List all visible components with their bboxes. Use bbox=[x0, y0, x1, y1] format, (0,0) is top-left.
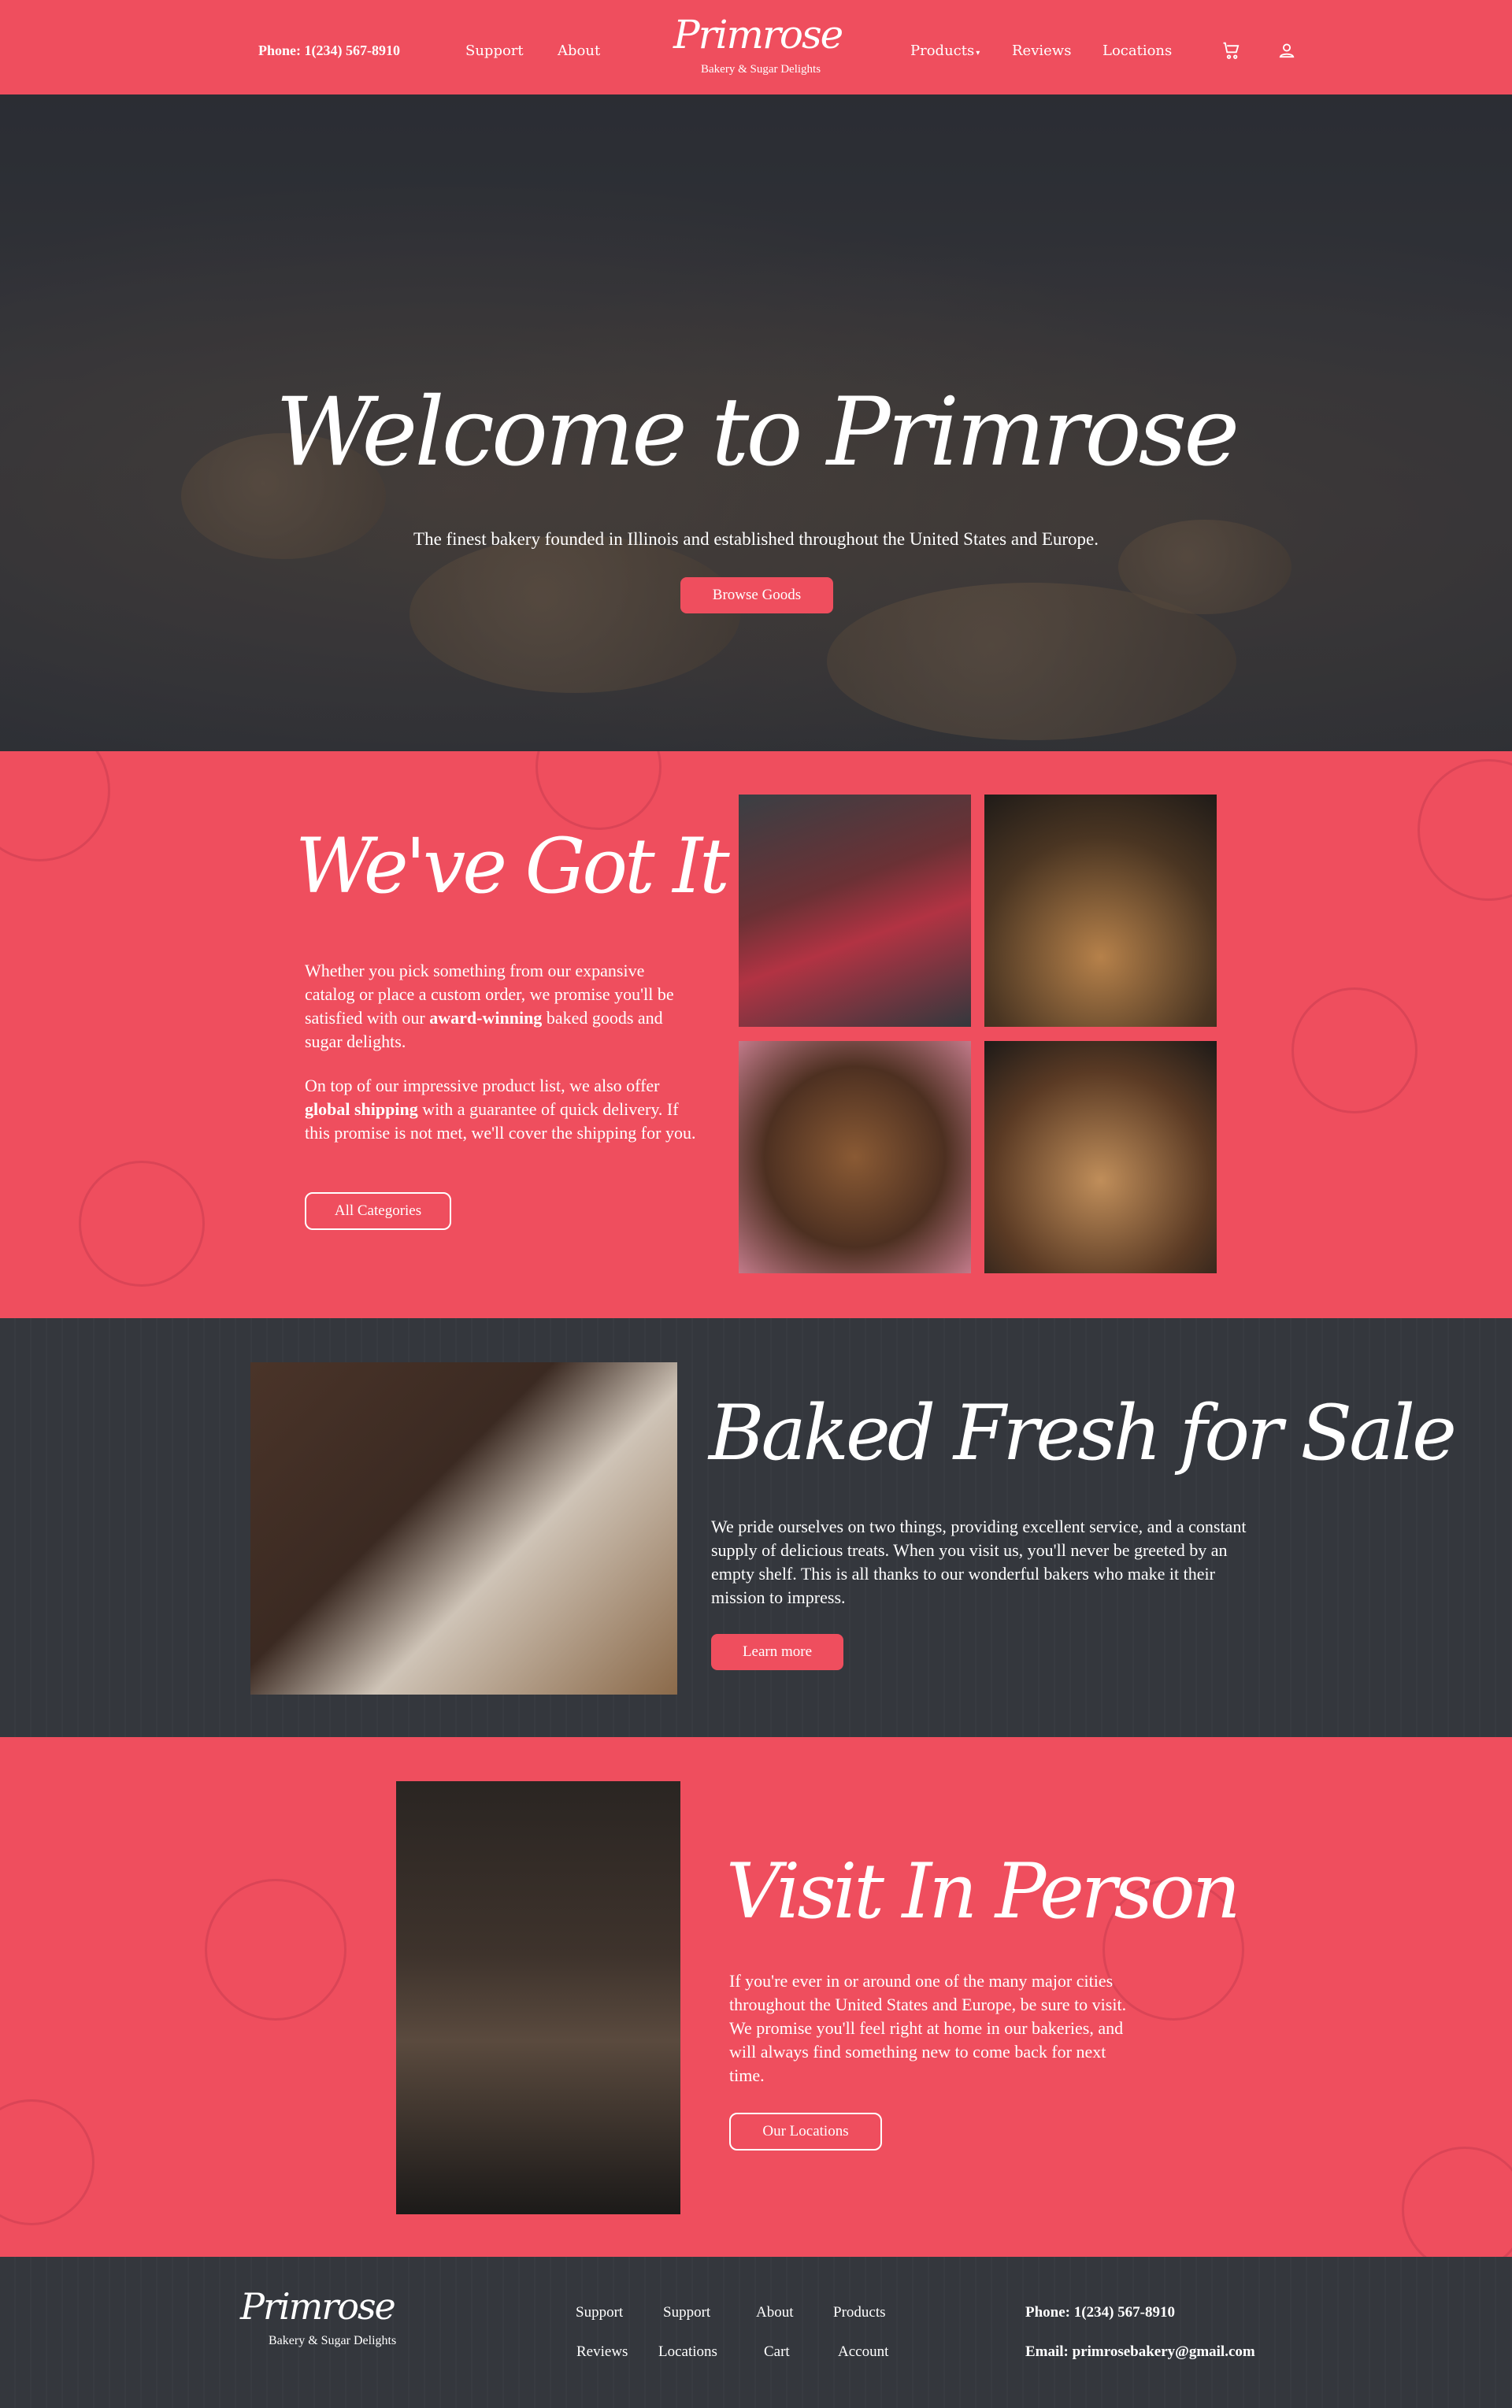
browse-goods-button[interactable]: Browse Goods bbox=[680, 577, 833, 613]
nav-about-link[interactable]: About bbox=[558, 43, 600, 59]
footer: Primrose Bakery & Sugar Delights Support… bbox=[0, 2257, 1512, 2408]
nav-reviews-link[interactable]: Reviews bbox=[1012, 43, 1071, 59]
donut-doodle bbox=[0, 2099, 94, 2225]
cart-icon[interactable] bbox=[1221, 39, 1243, 61]
donut-doodle bbox=[1292, 987, 1418, 1113]
footer-link-account[interactable]: Account bbox=[838, 2343, 888, 2361]
logo-tagline: Bakery & Sugar Delights bbox=[701, 63, 821, 76]
footer-logo[interactable]: Primrose Bakery & Sugar Delights bbox=[240, 2285, 396, 2347]
bread-basket-photo bbox=[984, 795, 1217, 1027]
footer-link-support[interactable]: Support bbox=[576, 2304, 623, 2321]
chevron-down-icon: ▾ bbox=[976, 49, 980, 57]
our-locations-button[interactable]: Our Locations bbox=[729, 2113, 882, 2151]
user-icon[interactable] bbox=[1276, 39, 1298, 61]
logo-tagline: Bakery & Sugar Delights bbox=[269, 2334, 397, 2347]
footer-link-cart[interactable]: Cart bbox=[764, 2343, 790, 2361]
logo-word: Primrose bbox=[673, 12, 843, 57]
nav-products-dropdown[interactable]: Products ▾ bbox=[910, 43, 980, 59]
section-baked-fresh: Baked Fresh for Sale We pride ourselves … bbox=[0, 1318, 1512, 1737]
section-got-it-all: We've Got It All Whether you pick someth… bbox=[0, 751, 1512, 1318]
storefront-photo bbox=[396, 1781, 680, 2214]
donut-doodle bbox=[536, 751, 662, 830]
nav-support-link[interactable]: Support bbox=[465, 43, 524, 59]
text-span: On top of our impressive product list, w… bbox=[305, 1076, 660, 1095]
footer-link-locations[interactable]: Locations bbox=[658, 2343, 717, 2361]
footer-phone: Phone: 1(234) 567-8910 bbox=[1025, 2304, 1175, 2321]
section-title: Baked Fresh for Sale bbox=[709, 1389, 1457, 1477]
footer-link-products[interactable]: Products bbox=[833, 2304, 886, 2321]
footer-link-about[interactable]: About bbox=[756, 2304, 794, 2321]
nav-phone: Phone: 1(234) 567-8910 bbox=[258, 43, 400, 58]
pastry-display-photo bbox=[739, 795, 971, 1027]
footer-link-support[interactable]: Support bbox=[663, 2304, 710, 2321]
baker-oven-photo bbox=[250, 1362, 677, 1695]
donut-doodle bbox=[0, 751, 110, 861]
section-paragraph: If you're ever in or around one of the m… bbox=[729, 1971, 1127, 2085]
all-categories-button[interactable]: All Categories bbox=[305, 1192, 451, 1230]
cupcakes-photo bbox=[984, 1041, 1217, 1273]
donut-doodle bbox=[205, 1879, 346, 2021]
donut-doodle bbox=[1418, 759, 1512, 901]
section-title: Visit In Person bbox=[726, 1847, 1241, 1936]
footer-link-reviews[interactable]: Reviews bbox=[576, 2343, 628, 2361]
brand-logo[interactable]: Primrose Bakery & Sugar Delights bbox=[673, 11, 854, 82]
nav-locations-link[interactable]: Locations bbox=[1102, 43, 1172, 59]
hero-subtitle: The finest bakery founded in Illinois an… bbox=[413, 529, 1099, 549]
footer-email[interactable]: Email: primrosebakery@gmail.com bbox=[1025, 2343, 1255, 2361]
donut-doodle bbox=[1402, 2147, 1512, 2257]
top-nav: Phone: 1(234) 567-8910 Support About Pri… bbox=[0, 0, 1512, 94]
section-paragraph: Whether you pick something from our expa… bbox=[305, 959, 699, 1054]
nav-products-label: Products bbox=[910, 43, 975, 59]
emphasis-text: award-winning bbox=[429, 1008, 543, 1028]
logo-word: Primrose bbox=[240, 2285, 396, 2328]
learn-more-button[interactable]: Learn more bbox=[711, 1634, 843, 1670]
hero-banner: Welcome to Primrose The finest bakery fo… bbox=[0, 94, 1512, 751]
donut-doodle bbox=[79, 1161, 205, 1287]
emphasis-text: global shipping bbox=[305, 1099, 418, 1119]
donuts-box-photo bbox=[739, 1041, 971, 1273]
section-paragraph: We pride ourselves on two things, provid… bbox=[711, 1517, 1247, 1607]
section-paragraph: On top of our impressive product list, w… bbox=[305, 1074, 699, 1145]
hero-title: Welcome to Primrose bbox=[275, 378, 1240, 487]
section-visit: Visit In Person If you're ever in or aro… bbox=[0, 1737, 1512, 2257]
